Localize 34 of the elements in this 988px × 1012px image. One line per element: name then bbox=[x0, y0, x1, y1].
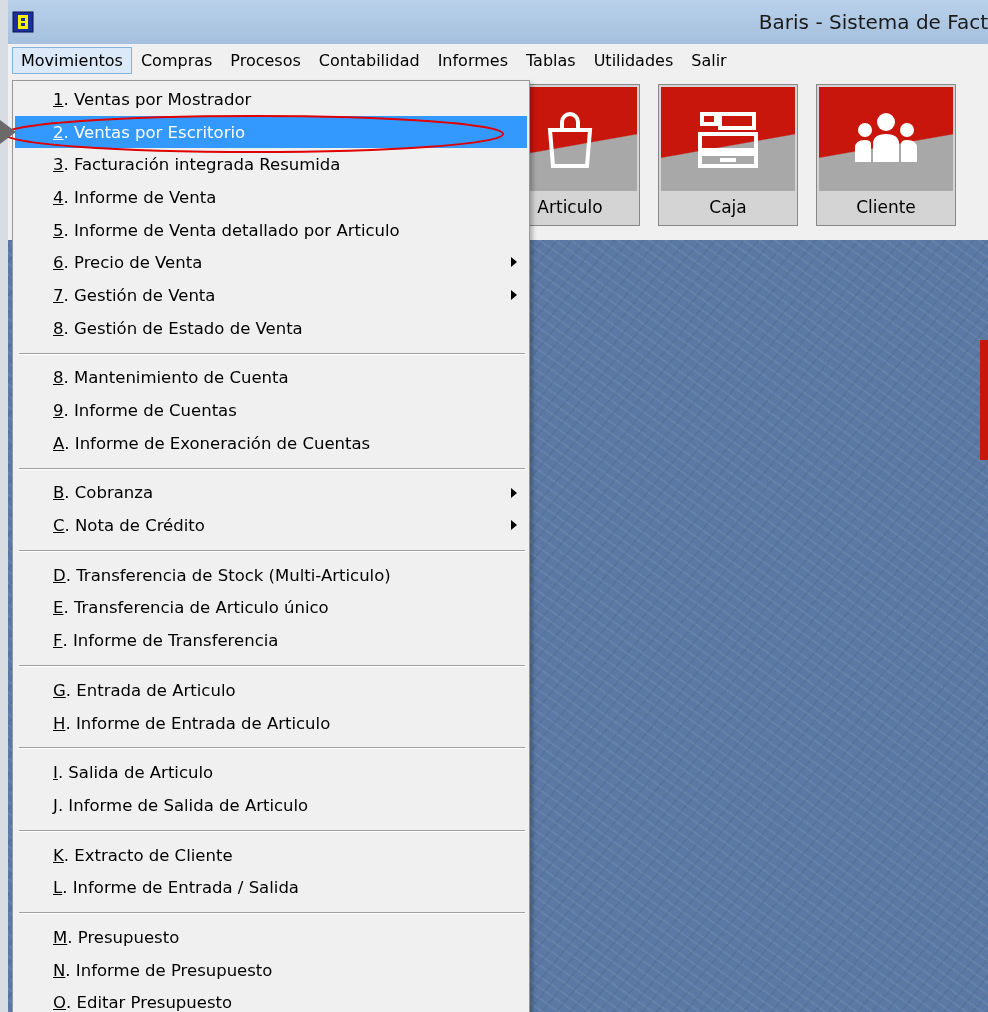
menu-bar-item[interactable]: Procesos bbox=[221, 46, 310, 74]
menu-bar-item[interactable]: Utilidades bbox=[584, 46, 683, 74]
menu-item[interactable]: O. Editar Presupuesto bbox=[15, 986, 527, 1012]
menu-bar-item[interactable]: Compras bbox=[131, 46, 222, 74]
menu-item[interactable]: G. Entrada de Articulo bbox=[15, 674, 527, 707]
menu-item[interactable]: D. Transferencia de Stock (Multi-Articulo) bbox=[15, 558, 527, 592]
menu-item[interactable]: E. Transferencia de Articulo único bbox=[15, 591, 527, 625]
menu-item[interactable]: F. Informe de Transferencia bbox=[15, 624, 527, 657]
pointer-arrow-icon bbox=[0, 118, 16, 146]
menu-item[interactable]: 6. Precio de Venta bbox=[15, 246, 527, 280]
menu-item[interactable]: I. Salida de Articulo bbox=[15, 756, 527, 790]
menu-item[interactable]: 7. Gestión de Venta bbox=[15, 279, 527, 312]
menu-item[interactable]: 9. Informe de Cuentas bbox=[15, 394, 527, 427]
app-logo-icon bbox=[12, 11, 34, 33]
menu-item[interactable]: K. Extracto de Cliente bbox=[15, 838, 527, 872]
menu-bar-item[interactable]: Tablas bbox=[516, 46, 585, 74]
menu-bar-item[interactable]: Contabilidad bbox=[309, 46, 429, 74]
menu-item[interactable]: B. Cobranza bbox=[15, 476, 527, 510]
menu-bar-item[interactable]: Informes bbox=[428, 46, 517, 74]
menu-bar-item[interactable]: Movimientos bbox=[12, 46, 132, 74]
menu-item[interactable]: H. Informe de Entrada de Articulo bbox=[15, 706, 527, 740]
menu-item[interactable]: L. Informe de Entrada / Salida bbox=[15, 871, 527, 905]
menu-item[interactable]: C. Nota de Crédito bbox=[15, 509, 527, 542]
menu-item[interactable]: J. Informe de Salida de Articulo bbox=[15, 789, 527, 822]
menu-bar-item[interactable]: Salir bbox=[682, 46, 736, 74]
toolbar-button[interactable]: Cliente bbox=[816, 84, 956, 226]
menu-item[interactable]: 8. Gestión de Estado de Venta bbox=[15, 311, 527, 345]
cash-register-icon bbox=[696, 110, 760, 168]
menu-item[interactable]: A. Informe de Exoneración de Cuentas bbox=[15, 426, 527, 460]
menu-item[interactable]: 8. Mantenimiento de Cuenta bbox=[15, 361, 527, 395]
menu-item[interactable]: M. Presupuesto bbox=[15, 921, 527, 954]
window-title: Baris - Sistema de Fact bbox=[758, 10, 988, 34]
menu-item[interactable]: N. Informe de Presupuesto bbox=[15, 953, 527, 987]
toolbar-button[interactable]: Caja bbox=[658, 84, 798, 226]
